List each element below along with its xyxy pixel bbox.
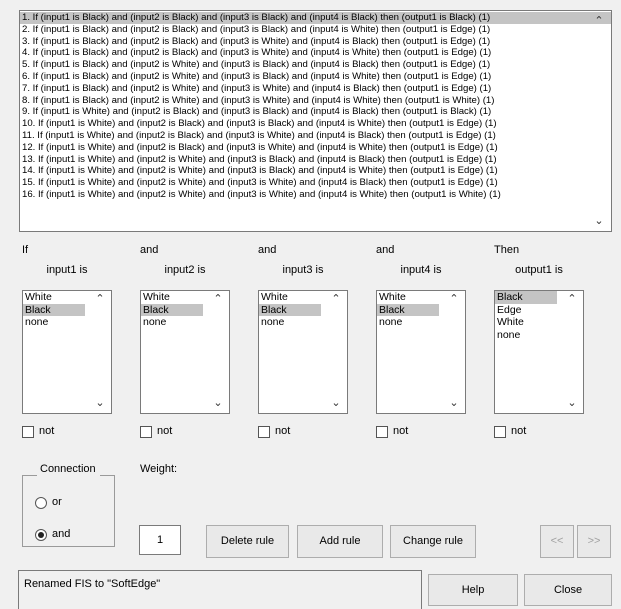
not-checkbox-input1[interactable]: [22, 426, 34, 438]
rule-item[interactable]: 4. If (input1 is Black) and (input2 is B…: [20, 47, 611, 59]
weight-input[interactable]: 1: [139, 525, 181, 555]
and-label: and: [52, 528, 71, 540]
mf-option[interactable]: White: [141, 291, 203, 304]
rule-item[interactable]: 2. If (input1 is Black) and (input2 is B…: [20, 24, 611, 36]
weight-label: Weight:: [140, 463, 178, 475]
mf-option[interactable]: White: [377, 291, 439, 304]
not-label: not: [157, 425, 173, 437]
mf-option[interactable]: Black: [377, 303, 439, 316]
prev-rule-button[interactable]: <<: [540, 525, 574, 558]
not-label: not: [511, 425, 527, 437]
not-checkbox-output1[interactable]: [494, 426, 506, 438]
rule-item[interactable]: 10. If (input1 is White) and (input2 is …: [20, 118, 611, 130]
rule-item[interactable]: 13. If (input1 is White) and (input2 is …: [20, 154, 611, 166]
rule-item[interactable]: 3. If (input1 is Black) and (input2 is B…: [20, 36, 611, 48]
add-rule-button[interactable]: Add rule: [297, 525, 383, 558]
next-rule-button[interactable]: >>: [577, 525, 611, 558]
rules-list[interactable]: 1. If (input1 is Black) and (input2 is B…: [19, 10, 612, 232]
mf-option[interactable]: White: [259, 291, 321, 304]
rule-item[interactable]: 14. If (input1 is White) and (input2 is …: [20, 165, 611, 177]
change-rule-button[interactable]: Change rule: [390, 525, 476, 558]
mf-list-input2[interactable]: White Black none ⌃ ⌄: [140, 290, 230, 414]
or-label: or: [52, 496, 62, 508]
connector-label-3: and: [258, 244, 277, 256]
mf-option[interactable]: Black: [495, 291, 557, 304]
mf-list-input3[interactable]: White Black none ⌃ ⌄: [258, 290, 348, 414]
mf-option[interactable]: none: [259, 316, 321, 329]
not-checkbox-input4[interactable]: [376, 426, 388, 438]
chevron-up-icon[interactable]: ⌃: [592, 14, 606, 28]
mf-option[interactable]: none: [23, 316, 85, 329]
and-radio[interactable]: [35, 529, 47, 541]
variable-label-input4: input4 is: [400, 264, 442, 276]
chevron-down-icon[interactable]: ⌄: [93, 396, 107, 410]
help-button[interactable]: Help: [428, 574, 518, 606]
chevron-up-icon[interactable]: ⌃: [93, 292, 107, 306]
mf-option[interactable]: none: [495, 329, 557, 342]
mf-option[interactable]: White: [23, 291, 85, 304]
variable-label-input3: input3 is: [282, 264, 324, 276]
mf-option[interactable]: none: [377, 316, 439, 329]
rule-item[interactable]: 9. If (input1 is White) and (input2 is B…: [20, 106, 611, 118]
rule-item[interactable]: 5. If (input1 is Black) and (input2 is W…: [20, 59, 611, 71]
not-checkbox-input2[interactable]: [140, 426, 152, 438]
variable-label-input1: input1 is: [46, 264, 88, 276]
mf-list-input1[interactable]: White Black none ⌃ ⌄: [22, 290, 112, 414]
chevron-down-icon[interactable]: ⌄: [329, 396, 343, 410]
chevron-down-icon[interactable]: ⌄: [211, 396, 225, 410]
rule-item[interactable]: 15. If (input1 is White) and (input2 is …: [20, 177, 611, 189]
not-label: not: [275, 425, 291, 437]
status-bar: Renamed FIS to "SoftEdge": [18, 570, 422, 609]
connector-label-1: If: [22, 244, 29, 256]
rule-item[interactable]: 12. If (input1 is White) and (input2 is …: [20, 142, 611, 154]
connector-label-4: and: [376, 244, 395, 256]
chevron-up-icon[interactable]: ⌃: [329, 292, 343, 306]
mf-option[interactable]: Black: [141, 303, 203, 316]
close-button[interactable]: Close: [524, 574, 612, 606]
rule-item[interactable]: 6. If (input1 is Black) and (input2 is W…: [20, 71, 611, 83]
not-label: not: [39, 425, 55, 437]
chevron-down-icon[interactable]: ⌄: [592, 214, 606, 228]
chevron-up-icon[interactable]: ⌃: [447, 292, 461, 306]
chevron-up-icon[interactable]: ⌃: [565, 292, 579, 306]
rule-item[interactable]: 1. If (input1 is Black) and (input2 is B…: [20, 12, 611, 24]
mf-option[interactable]: White: [495, 316, 557, 329]
or-radio[interactable]: [35, 497, 47, 509]
not-checkbox-input3[interactable]: [258, 426, 270, 438]
rule-item[interactable]: 8. If (input1 is Black) and (input2 is W…: [20, 95, 611, 107]
chevron-down-icon[interactable]: ⌄: [565, 396, 579, 410]
mf-option[interactable]: Black: [259, 303, 321, 316]
delete-rule-button[interactable]: Delete rule: [206, 525, 289, 558]
mf-list-output1[interactable]: Black Edge White none ⌃ ⌄: [494, 290, 584, 414]
mf-list-input4[interactable]: White Black none ⌃ ⌄: [376, 290, 466, 414]
rule-item[interactable]: 16. If (input1 is White) and (input2 is …: [20, 189, 611, 201]
mf-option[interactable]: Edge: [495, 304, 557, 317]
rule-item[interactable]: 7. If (input1 is Black) and (input2 is W…: [20, 83, 611, 95]
connector-label-5: Then: [494, 244, 520, 256]
connection-title: Connection: [40, 463, 96, 475]
rule-item[interactable]: 11. If (input1 is White) and (input2 is …: [20, 130, 611, 142]
chevron-up-icon[interactable]: ⌃: [211, 292, 225, 306]
mf-option[interactable]: Black: [23, 303, 85, 316]
rules-container: 1. If (input1 is Black) and (input2 is B…: [20, 11, 611, 201]
variable-label-input2: input2 is: [164, 264, 206, 276]
connector-label-2: and: [140, 244, 159, 256]
chevron-down-icon[interactable]: ⌄: [447, 396, 461, 410]
variable-label-output1: output1 is: [515, 264, 563, 276]
not-label: not: [393, 425, 409, 437]
mf-option[interactable]: none: [141, 316, 203, 329]
